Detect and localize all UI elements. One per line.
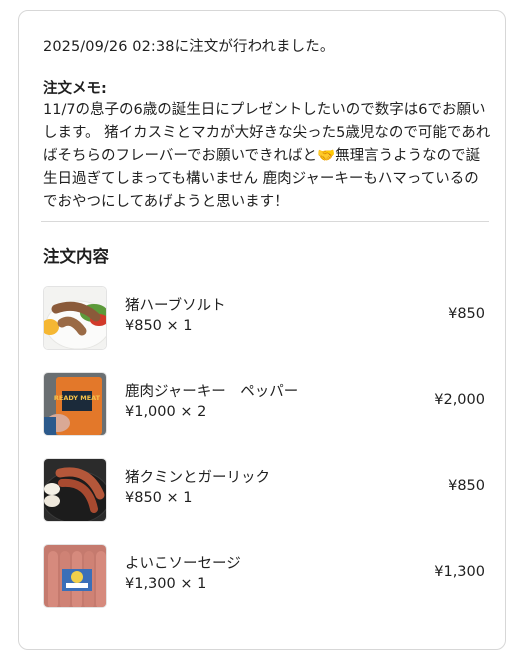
item-price: ¥850 bbox=[448, 478, 485, 494]
item-name: 猪クミンとガーリック bbox=[125, 470, 270, 486]
item-name: 鹿肉ジャーキー ペッパー bbox=[125, 384, 299, 400]
order-item: 猪クミンとガーリック ¥850 × 1 ¥850 bbox=[43, 458, 485, 524]
item-name: 猪ハーブソルト bbox=[125, 298, 226, 314]
ready-meat-package-image: READY MEAT bbox=[43, 372, 107, 436]
item-unit-qty: ¥1,300 × 1 bbox=[125, 576, 207, 592]
item-name: よいこソーセージ bbox=[125, 556, 241, 572]
order-timestamp: 2025/09/26 02:38に注文が行われました。 bbox=[43, 39, 335, 55]
item-unit-qty: ¥850 × 1 bbox=[125, 318, 193, 334]
order-memo-title: 注文メモ: bbox=[43, 81, 107, 97]
item-unit-qty: ¥1,000 × 2 bbox=[125, 404, 207, 420]
ready-meat-brand-text: READY MEAT bbox=[54, 394, 101, 402]
item-price: ¥1,300 bbox=[434, 564, 485, 580]
item-price: ¥850 bbox=[448, 306, 485, 322]
order-item: よいこソーセージ ¥1,300 × 1 ¥1,300 bbox=[43, 544, 485, 610]
order-memo-text: 11/7の息子の6歳の誕生日にプレゼントしたいので数字は6でお願いします。 猪イ… bbox=[43, 102, 491, 210]
grilled-sausage-pan-image bbox=[43, 458, 107, 522]
sausage-plate-image bbox=[43, 286, 107, 350]
order-item: 猪ハーブソルト ¥850 × 1 ¥850 bbox=[43, 286, 485, 352]
order-item: READY MEAT 鹿肉ジャーキー ペッパー ¥1,000 × 2 ¥2,00… bbox=[43, 372, 485, 438]
order-detail-card: 2025/09/26 02:38に注文が行われました。 注文メモ: 11/7の息… bbox=[18, 10, 506, 650]
section-divider bbox=[41, 221, 489, 222]
kids-sausage-package-image bbox=[43, 544, 107, 608]
item-price: ¥2,000 bbox=[434, 392, 485, 408]
item-unit-qty: ¥850 × 1 bbox=[125, 490, 193, 506]
order-contents-title: 注文内容 bbox=[43, 247, 109, 266]
